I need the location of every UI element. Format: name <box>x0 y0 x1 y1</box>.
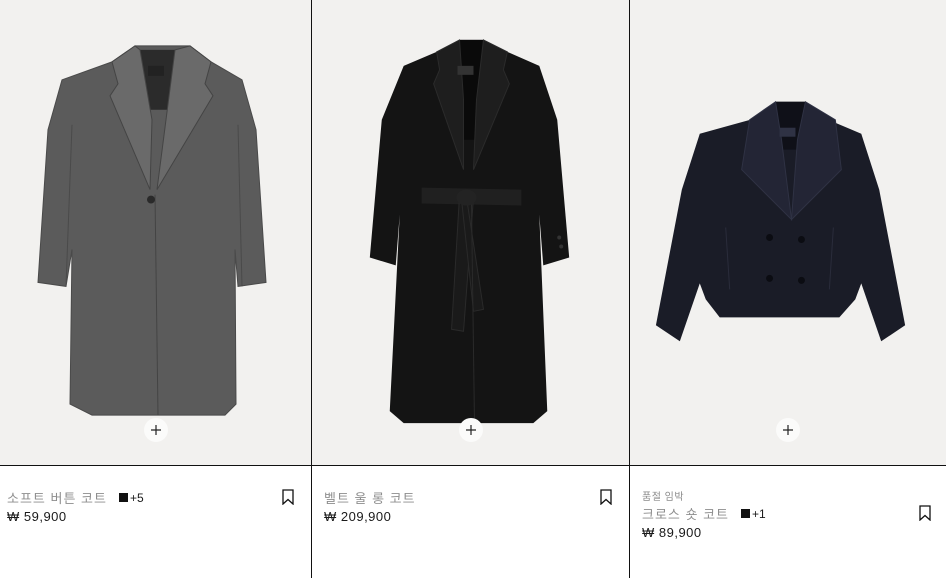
bookmark-icon <box>600 489 612 506</box>
quick-add-button[interactable] <box>776 418 800 442</box>
product-grid: 소프트 버튼 코트 +5 ₩ 59,900 벨트 울 롱 코트 ₩ 209,90… <box>0 0 946 578</box>
quick-add-button[interactable] <box>143 418 168 442</box>
low-stock-badge: 품절 임박 <box>642 492 685 503</box>
quick-add-button[interactable] <box>458 418 483 442</box>
product-price: ₩ 89,900 <box>642 525 702 540</box>
black-belted-coat-image <box>369 39 570 424</box>
save-button[interactable] <box>599 489 613 506</box>
product-price: ₩ 209,900 <box>324 509 392 524</box>
product-card[interactable]: 벨트 울 롱 코트 ₩ 209,900 <box>311 0 629 578</box>
product-image[interactable] <box>312 0 629 466</box>
plus-icon <box>783 425 793 435</box>
color-swatch <box>740 509 750 518</box>
save-button[interactable] <box>918 505 932 522</box>
product-card[interactable]: 소프트 버튼 코트 +5 ₩ 59,900 <box>0 0 311 578</box>
product-image[interactable] <box>0 0 311 466</box>
more-colors-count: +5 <box>129 490 144 505</box>
product-image[interactable] <box>630 0 946 466</box>
product-name[interactable]: 소프트 버튼 코트 <box>7 488 107 507</box>
product-name[interactable]: 벨트 울 롱 코트 <box>324 488 416 507</box>
navy-short-coat-image <box>655 100 906 342</box>
product-card[interactable]: 품절 임박 크로스 숏 코트 +1 ₩ 89,900 <box>629 0 946 578</box>
color-swatch <box>118 493 128 502</box>
product-name-row[interactable]: 벨트 울 롱 코트 <box>324 488 416 507</box>
bookmark-icon <box>919 505 931 522</box>
plus-icon <box>150 425 161 435</box>
product-name[interactable]: 크로스 숏 코트 <box>642 504 729 523</box>
product-price: ₩ 59,900 <box>7 509 67 524</box>
product-name-row[interactable]: 크로스 숏 코트 +1 <box>642 504 766 523</box>
more-colors-count: +1 <box>751 506 766 521</box>
save-button[interactable] <box>281 489 295 506</box>
product-name-row[interactable]: 소프트 버튼 코트 +5 <box>7 488 144 507</box>
gray-long-coat-image <box>37 45 267 416</box>
plus-icon <box>465 425 476 435</box>
bookmark-icon <box>282 489 294 506</box>
